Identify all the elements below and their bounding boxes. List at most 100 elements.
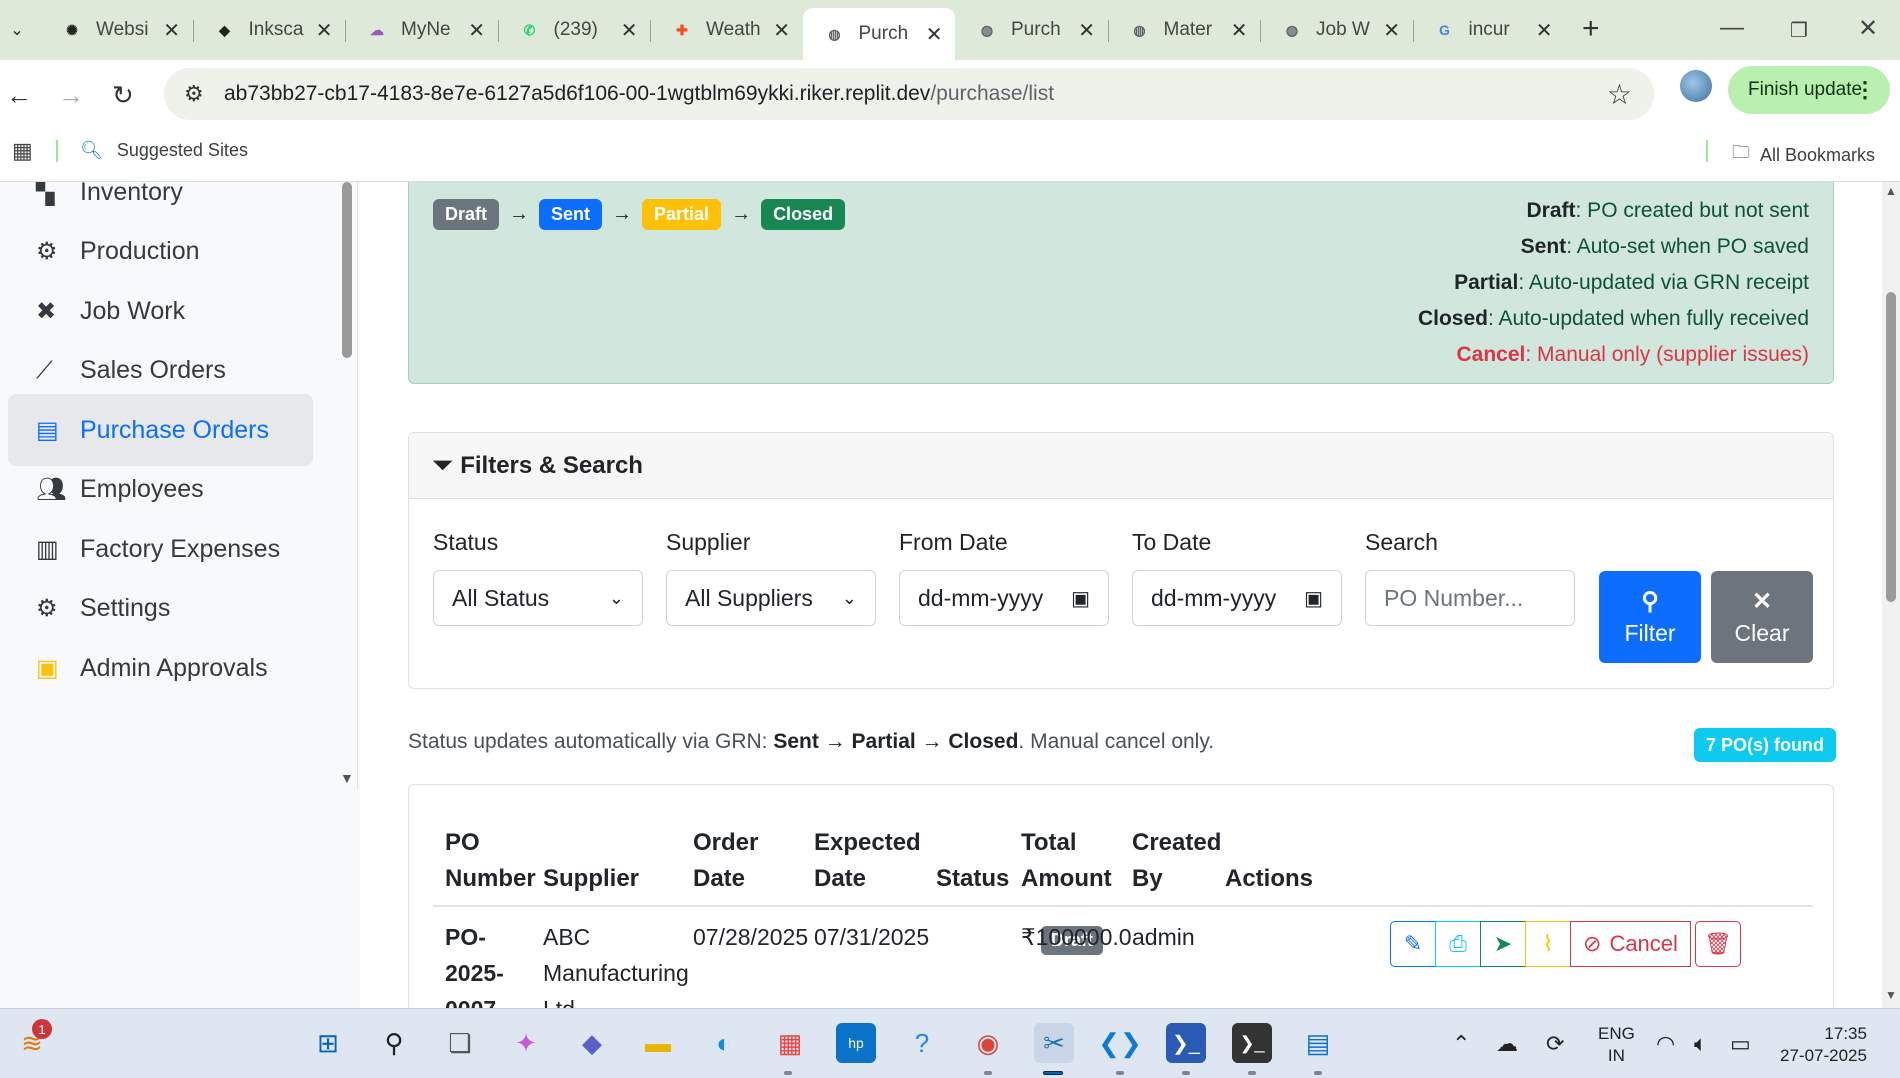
back-icon[interactable]: ←	[6, 80, 32, 111]
all-bookmarks-link[interactable]: 🗀 All Bookmarks	[1732, 140, 1875, 170]
filter-button[interactable]: ⚲ Filter	[1599, 571, 1701, 663]
powershell-icon[interactable]: ❯_	[1166, 1023, 1206, 1063]
address-bar[interactable]: ⚙ ab73bb27-cb17-4183-8e7e-6127a5d6f106-0…	[164, 68, 1654, 120]
clock[interactable]: 17:35 27-07-2025	[1780, 1023, 1867, 1067]
close-tab-icon[interactable]: ✕	[1231, 18, 1248, 43]
attach-button[interactable]: ⌇	[1525, 921, 1571, 967]
cell-total-amount: ₹100000.0	[1021, 924, 1132, 950]
terminal-icon[interactable]: ❯_	[1232, 1023, 1272, 1063]
wifi-icon[interactable]: ◠	[1656, 1031, 1675, 1057]
page-scrollbar[interactable]: ▲ ▼	[1882, 182, 1900, 1008]
close-tab-icon[interactable]: ✕	[621, 18, 638, 43]
col-header-total-amount: Total Amount	[1021, 825, 1112, 897]
windows-start-icon[interactable]: ⊞	[308, 1023, 348, 1063]
sidebar-item-admin-approvals[interactable]: ▣ Admin Approvals	[8, 632, 313, 704]
print-button[interactable]: ⎙	[1435, 921, 1481, 967]
close-icon: ✕	[1751, 588, 1773, 615]
scroll-down-arrow-icon[interactable]: ▼	[1885, 988, 1897, 1002]
store-icon[interactable]: ▦	[770, 1023, 810, 1063]
battery-icon[interactable]: ▭	[1730, 1031, 1751, 1057]
gears-icon: ⚙	[36, 238, 58, 265]
status-note: Status updates automatically via GRN: Se…	[408, 730, 1214, 754]
browser-tab[interactable]: ◍ Purch ✕	[955, 8, 1107, 52]
search-input[interactable]: PO Number...	[1365, 570, 1575, 626]
close-tab-icon[interactable]: ✕	[926, 22, 943, 47]
cell-po-number[interactable]: PO- 2025- 0007	[445, 919, 504, 1008]
minimize-icon[interactable]: —	[1720, 14, 1744, 42]
close-tab-icon[interactable]: ✕	[1078, 18, 1095, 43]
copilot-icon[interactable]: ✦	[506, 1023, 546, 1063]
legend-desc: : PO created but not sent	[1575, 199, 1809, 222]
browser-tab[interactable]: ◍ Job W ✕	[1260, 8, 1412, 52]
sync-icon[interactable]: ⟳	[1546, 1031, 1564, 1057]
calendar-icon[interactable]: ▣	[1304, 586, 1323, 611]
status-select[interactable]: All Status ⌄	[433, 570, 643, 626]
tray-overflow-chevron-icon[interactable]: ⌃	[1452, 1031, 1470, 1057]
browser-tab[interactable]: ✚ Weath ✕	[650, 8, 802, 52]
search-icon[interactable]: ⚲	[374, 1023, 414, 1063]
finish-update-button[interactable]: Finish update ⋮	[1728, 66, 1890, 114]
browser-tab[interactable]: Gincur ✕	[1413, 8, 1565, 52]
from-date-input[interactable]: dd-mm-yyyy ▣	[899, 570, 1109, 626]
sidebar-scrollbar[interactable]: ▼	[340, 182, 354, 790]
supplier-select-value: All Suppliers	[685, 584, 813, 611]
browser-tab[interactable]: ◍ Purch ✕	[802, 8, 955, 60]
sidebar-scroll-thumb[interactable]	[342, 182, 352, 358]
close-tab-icon[interactable]: ✕	[163, 18, 180, 43]
browser-tab[interactable]: ✆ (239) ✕	[498, 8, 650, 52]
page-scroll-thumb[interactable]	[1886, 292, 1896, 602]
bookmark-star-icon[interactable]: ☆	[1607, 78, 1632, 111]
close-tab-icon[interactable]: ✕	[316, 18, 333, 43]
delete-button[interactable]: 🗑︎	[1694, 921, 1741, 967]
clear-button[interactable]: ✕ Clear	[1711, 571, 1813, 663]
suggested-sites-link[interactable]: 🔍︎ Suggested Sites	[80, 140, 248, 161]
supplier-select[interactable]: All Suppliers ⌄	[666, 570, 876, 626]
flow-badge-partial: Partial	[642, 199, 722, 230]
scroll-up-arrow-icon[interactable]: ▲	[1885, 184, 1897, 198]
restore-icon[interactable]: ❐	[1790, 18, 1808, 43]
site-info-icon[interactable]: ⚙	[184, 81, 204, 107]
browser-tab[interactable]: ◍ Mater ✕	[1108, 8, 1260, 52]
tab-divider	[192, 20, 194, 42]
notepad-icon[interactable]: ▤	[1298, 1023, 1338, 1063]
chrome-icon[interactable]: ◉	[968, 1023, 1008, 1063]
close-tab-icon[interactable]: ✕	[1383, 18, 1400, 43]
vscode-icon[interactable]: ❮❯	[1098, 1023, 1142, 1063]
cancel-po-button[interactable]: ⊘ Cancel	[1570, 921, 1691, 967]
help-icon[interactable]: ?	[902, 1023, 942, 1063]
url-host: ab73bb27-cb17-4183-8e7e-6127a5d6f106-00-…	[224, 82, 931, 105]
forward-icon[interactable]: →	[58, 80, 84, 111]
search-placeholder: PO Number...	[1384, 584, 1524, 611]
close-tab-icon[interactable]: ✕	[1536, 18, 1553, 43]
more-menu-icon[interactable]: ⋮	[1854, 77, 1876, 103]
myhp-icon[interactable]: hp	[836, 1023, 876, 1063]
send-button[interactable]: ➤	[1480, 921, 1526, 967]
legend-row-cancel: Cancel: Manual only (supplier issues)	[1418, 337, 1810, 373]
browser-tab[interactable]: ☁ MyNe ✕	[345, 8, 497, 52]
new-tab-button[interactable]: +	[1582, 12, 1600, 46]
file-explorer-icon[interactable]: ▬	[638, 1023, 678, 1063]
apps-grid-icon[interactable]: ▦	[12, 138, 33, 164]
close-tab-icon[interactable]: ✕	[773, 18, 790, 43]
close-tab-icon[interactable]: ✕	[468, 18, 485, 43]
tab-search-chevron-icon[interactable]: ⌄	[0, 8, 34, 52]
edit-button[interactable]: ✎	[1390, 921, 1436, 967]
header-text: Supplier	[543, 865, 640, 892]
browser-tab[interactable]: ◆ Inksca ✕	[193, 8, 345, 52]
scroll-down-arrow-icon[interactable]: ▼	[340, 770, 354, 786]
profile-avatar[interactable]	[1680, 70, 1712, 102]
onedrive-cloud-icon[interactable]: ☁	[1496, 1031, 1518, 1057]
task-view-icon[interactable]: ❏	[440, 1023, 480, 1063]
reload-icon[interactable]: ↻	[112, 80, 134, 111]
volume-icon[interactable]: 🔈︎	[1694, 1031, 1707, 1057]
browser-tab[interactable]: ✺ Websi ✕	[40, 8, 192, 52]
sidebar-item-label: Factory Expenses	[80, 534, 281, 563]
close-window-icon[interactable]: ✕	[1858, 14, 1878, 43]
calendar-icon[interactable]: ▣	[1071, 586, 1090, 611]
to-date-input[interactable]: dd-mm-yyyy ▣	[1132, 570, 1342, 626]
legend-desc: : Manual only (supplier issues)	[1525, 343, 1809, 366]
language-indicator[interactable]: ENG IN	[1598, 1023, 1635, 1067]
edge-icon[interactable]: ◐	[704, 1023, 744, 1063]
snipping-tool-icon[interactable]: ✂	[1034, 1023, 1074, 1063]
teams-icon[interactable]: ◆	[572, 1023, 612, 1063]
